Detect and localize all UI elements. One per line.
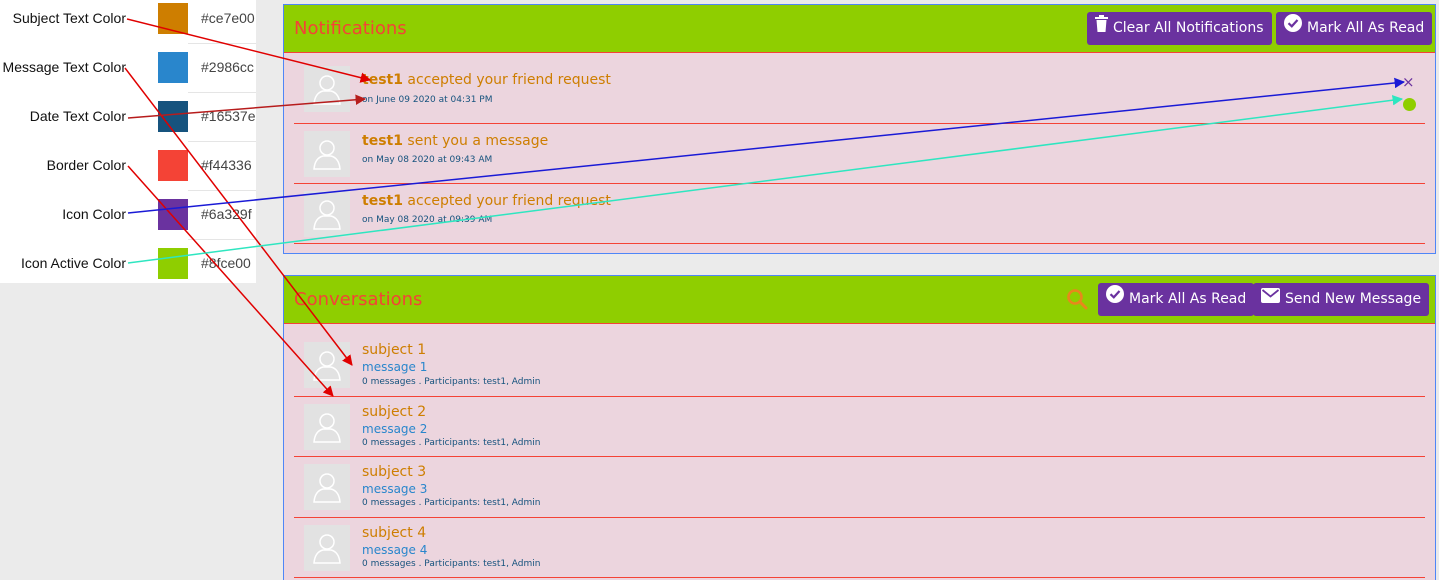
legend-label: Date Text Color	[29, 108, 126, 124]
color-legend: Subject Text Color #ce7e00 Message Text …	[0, 0, 256, 283]
legend-label: Icon Active Color	[20, 255, 126, 271]
color-swatch[interactable]	[158, 199, 188, 230]
conversation-meta: 0 messages . Participants: test1, Admin	[362, 559, 541, 569]
conversation-meta: 0 messages . Participants: test1, Admin	[362, 498, 541, 508]
mark-all-read-label: Mark All As Read	[1129, 291, 1247, 307]
legend-label: Border Color	[46, 157, 126, 173]
conversation-message: message 2	[362, 422, 428, 436]
conversation-message: message 3	[362, 482, 428, 496]
notification-subject: test1 sent you a message	[362, 133, 549, 149]
notification-date: on May 08 2020 at 09:43 AM	[362, 155, 493, 165]
conversations-title: Conversations	[294, 289, 423, 310]
legend-label: Subject Text Color	[12, 10, 126, 26]
user-avatar-icon	[304, 66, 350, 112]
color-swatch[interactable]	[158, 52, 188, 83]
legend-row-icon-color: Icon Color #6a329f	[0, 196, 256, 245]
notification-subject: test1 accepted your friend request	[362, 193, 611, 209]
conversation-item[interactable]: subject 4 message 4 0 messages . Partici…	[294, 518, 1425, 578]
conversation-message: message 4	[362, 543, 428, 557]
conversation-item[interactable]: subject 2 message 2 0 messages . Partici…	[294, 397, 1425, 457]
conversation-subject: subject 2	[362, 404, 427, 420]
color-swatch[interactable]	[158, 101, 188, 132]
conversation-message: message 1	[362, 360, 428, 374]
send-new-message-label: Send New Message	[1285, 291, 1422, 307]
conversation-subject: subject 1	[362, 342, 427, 358]
notifications-panel: Notifications Clear All Notifications Ma…	[283, 4, 1436, 254]
legend-row-icon-active-color: Icon Active Color #8fce00	[0, 245, 256, 294]
legend-label: Message Text Color	[2, 59, 126, 75]
user-avatar-icon	[304, 342, 350, 388]
conversation-item[interactable]: subject 3 message 3 0 messages . Partici…	[294, 457, 1425, 518]
search-icon[interactable]	[1066, 288, 1088, 314]
check-circle-icon[interactable]	[1403, 98, 1416, 111]
color-swatch[interactable]	[158, 3, 188, 34]
mark-all-read-button[interactable]: Mark All As Read	[1098, 283, 1255, 316]
legend-divider	[188, 239, 256, 240]
user-avatar-icon	[304, 464, 350, 510]
trash-icon	[1095, 12, 1108, 45]
legend-hex-value: #ce7e00	[201, 10, 255, 26]
notification-subject: test1 accepted your friend request	[362, 72, 611, 88]
conversation-subject: subject 4	[362, 525, 427, 541]
user-avatar-icon	[304, 131, 350, 177]
conversation-meta: 0 messages . Participants: test1, Admin	[362, 438, 541, 448]
legend-hex-value: #8fce00	[201, 255, 251, 271]
clear-all-notifications-button[interactable]: Clear All Notifications	[1087, 12, 1272, 45]
legend-divider	[188, 190, 256, 191]
send-new-message-button[interactable]: Send New Message	[1253, 283, 1430, 316]
notification-item[interactable]: test1 sent you a message on May 08 2020 …	[294, 124, 1425, 184]
color-swatch[interactable]	[158, 150, 188, 181]
color-swatch[interactable]	[158, 248, 188, 279]
legend-hex-value: #2986cc	[201, 59, 254, 75]
legend-hex-value: #16537e	[201, 108, 256, 124]
conversation-item[interactable]: subject 1 message 1 0 messages . Partici…	[294, 324, 1425, 397]
legend-divider	[188, 141, 256, 142]
check-circle-icon	[1106, 283, 1124, 316]
check-circle-icon	[1284, 12, 1302, 45]
notifications-title: Notifications	[294, 18, 407, 39]
legend-row-message-color: Message Text Color #2986cc	[0, 49, 256, 98]
envelope-icon	[1261, 283, 1280, 316]
legend-row-date-color: Date Text Color #16537e	[0, 98, 256, 147]
legend-row-subject-color: Subject Text Color #ce7e00	[0, 0, 256, 49]
notification-item[interactable]: test1 accepted your friend request on Ju…	[294, 53, 1425, 124]
legend-divider	[188, 43, 256, 44]
legend-hex-value: #f44336	[201, 157, 252, 173]
notification-item[interactable]: test1 accepted your friend request on Ma…	[294, 184, 1425, 244]
legend-divider	[188, 92, 256, 93]
notification-date: on May 08 2020 at 09:39 AM	[362, 215, 493, 225]
mark-all-read-label: Mark All As Read	[1307, 20, 1425, 36]
notifications-header: Notifications Clear All Notifications Ma…	[284, 5, 1435, 53]
user-avatar-icon	[304, 191, 350, 237]
user-avatar-icon	[304, 525, 350, 571]
conversation-subject: subject 3	[362, 464, 427, 480]
clear-all-label: Clear All Notifications	[1113, 20, 1264, 36]
user-avatar-icon	[304, 404, 350, 450]
legend-hex-value: #6a329f	[201, 206, 252, 222]
legend-row-border-color: Border Color #f44336	[0, 147, 256, 196]
notification-date: on June 09 2020 at 04:31 PM	[362, 95, 493, 105]
conversations-header: Conversations Mark All As Read Send New …	[284, 276, 1435, 324]
conversation-meta: 0 messages . Participants: test1, Admin	[362, 377, 541, 387]
legend-label: Icon Color	[62, 206, 126, 222]
mark-all-read-button[interactable]: Mark All As Read	[1276, 12, 1433, 45]
close-icon[interactable]: ×	[1402, 75, 1415, 90]
conversations-panel: Conversations Mark All As Read Send New …	[283, 275, 1436, 580]
